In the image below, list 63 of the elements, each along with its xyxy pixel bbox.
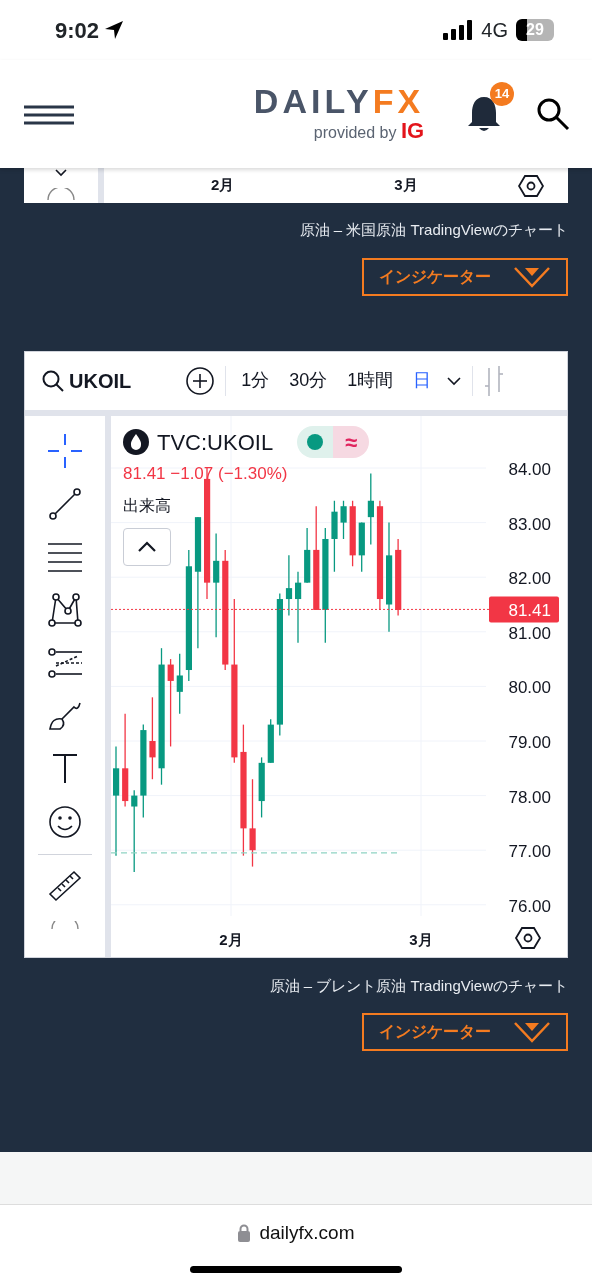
chevron-down-icon[interactable] <box>54 168 68 178</box>
dropdown-icon <box>513 265 551 288</box>
notification-badge: 14 <box>490 82 514 106</box>
candlestick <box>285 554 293 616</box>
lock-icon <box>237 1224 252 1243</box>
symbol-name: TVC:UKOIL <box>157 428 274 457</box>
axis-label: 2月 <box>211 175 235 196</box>
candlestick <box>258 756 265 818</box>
forecast-tool-icon[interactable] <box>48 645 82 680</box>
candlestick <box>340 499 347 540</box>
search-icon[interactable] <box>41 368 65 393</box>
location-arrow-icon <box>103 19 126 41</box>
chart-caption: 原油 – 米国原油 TradingViewのチャート <box>298 220 568 240</box>
logo-tagline: provided by IG <box>313 117 425 145</box>
pattern-tool-icon[interactable] <box>48 592 82 627</box>
signal-icon <box>443 20 474 40</box>
indicator-button[interactable]: インジケーター <box>362 1013 568 1051</box>
axis-label: 82.00 <box>508 568 551 588</box>
candlestick <box>267 718 274 763</box>
crosshair-icon[interactable] <box>48 433 82 468</box>
axis-label: 76.00 <box>508 896 551 916</box>
settings-icon[interactable] <box>514 926 542 949</box>
home-indicator[interactable] <box>190 1265 402 1273</box>
search-button[interactable] <box>536 97 570 131</box>
address-bar[interactable]: dailyfx.com <box>259 1219 355 1248</box>
chevron-down-icon[interactable] <box>446 375 463 386</box>
interval-tab[interactable]: 1時間 <box>342 367 399 394</box>
chevron-up-icon <box>137 541 157 553</box>
dropdown-icon <box>513 1021 551 1043</box>
droplet-icon <box>123 429 149 455</box>
symbol-search[interactable]: UKOIL <box>69 365 132 396</box>
line-tool-icon[interactable] <box>48 486 82 521</box>
status-dot-icon <box>307 434 324 450</box>
chart-caption: 原油 – ブレント原油 TradingViewのチャート <box>268 975 568 996</box>
axis-label: 81.00 <box>508 623 551 643</box>
candlestick <box>349 499 356 567</box>
candlestick <box>176 652 183 714</box>
axis-label: 80.00 <box>508 677 551 697</box>
axis-label: 3月 <box>409 930 433 948</box>
axis-label: 3月 <box>394 175 418 196</box>
candlestick <box>304 526 311 583</box>
collapse-button[interactable] <box>123 528 171 566</box>
volume-label: 出来高 <box>123 496 172 516</box>
axis-label: 2月 <box>219 930 243 948</box>
settings-icon[interactable] <box>518 173 544 198</box>
network-type: 4G <box>481 18 508 43</box>
candlestick <box>358 521 365 572</box>
circle-tool-icon[interactable] <box>46 188 76 200</box>
clock-time: 9:02 <box>55 16 100 45</box>
axis-label: 83.00 <box>508 514 551 534</box>
interval-tab[interactable]: 1分 <box>236 367 275 394</box>
circle-tool-icon[interactable] <box>50 920 80 929</box>
indicator-button[interactable]: インジケーター <box>362 257 568 296</box>
axis-label: 79.00 <box>508 732 551 752</box>
logo-wordmark: DAILY FX <box>253 83 425 118</box>
interval-tab[interactable]: 日 <box>408 367 437 394</box>
interval-tab[interactable]: 30分 <box>284 367 333 394</box>
add-symbol-icon[interactable] <box>185 365 216 396</box>
axis-label: 77.00 <box>508 841 551 861</box>
axis-label: 84.00 <box>508 459 551 479</box>
axis-label: 78.00 <box>508 787 551 807</box>
smiley-icon[interactable] <box>48 804 82 839</box>
last-price-tag: 81.41 <box>489 595 559 622</box>
